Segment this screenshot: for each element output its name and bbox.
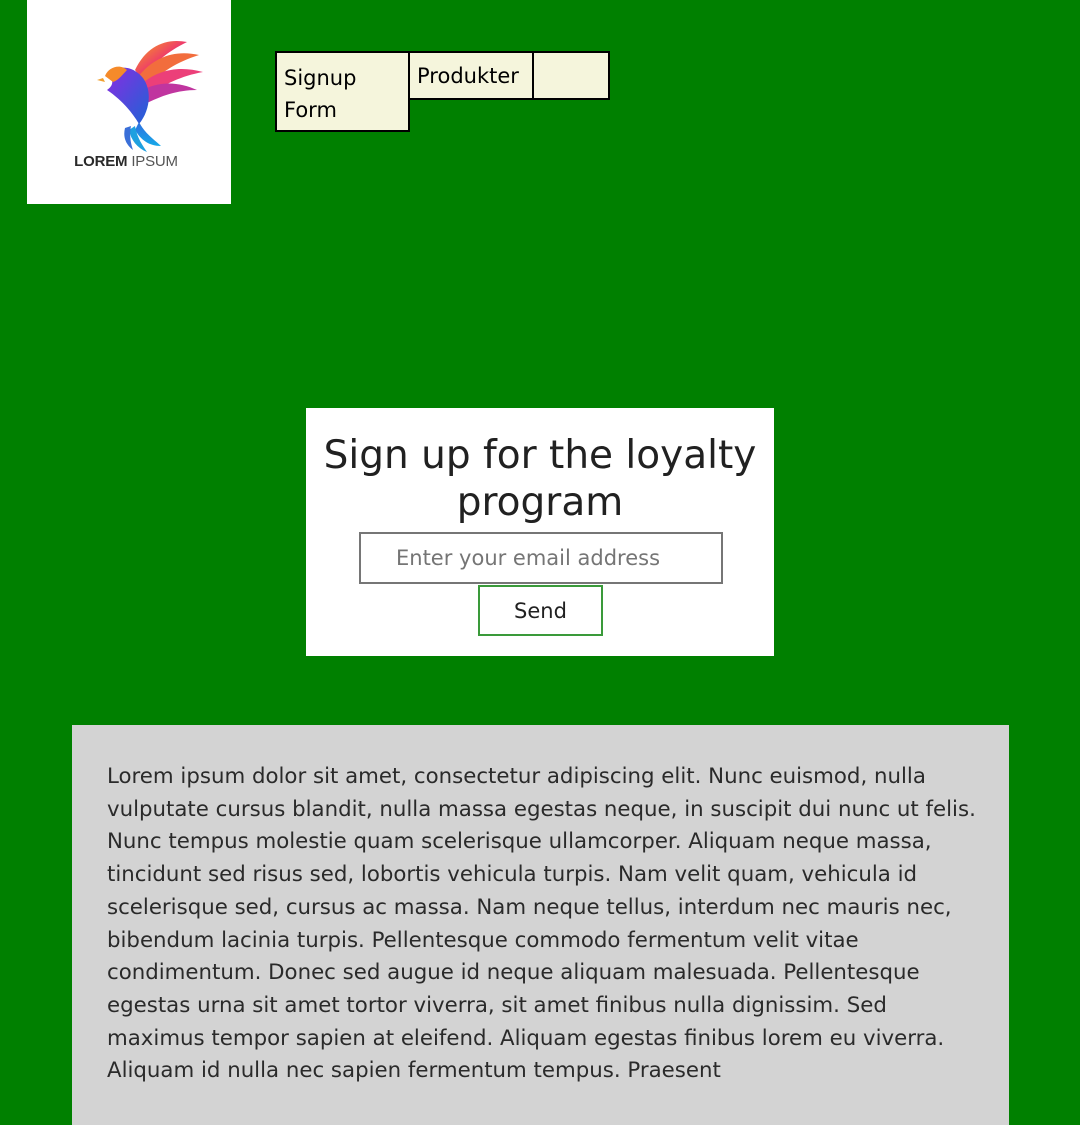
logo-word-bold: LOREM: [74, 153, 128, 170]
content-paragraph: Lorem ipsum dolor sit amet, consectetur …: [107, 764, 976, 1084]
signup-card: Sign up for the loyalty program Send: [306, 408, 774, 656]
logo[interactable]: LOREM IPSUM: [27, 0, 231, 204]
email-input[interactable]: [359, 532, 723, 584]
nav-item-produkter[interactable]: Produkter: [408, 51, 534, 100]
logo-wordmark: LOREM IPSUM: [27, 153, 225, 170]
content-section: Lorem ipsum dolor sit amet, consectetur …: [72, 725, 1009, 1125]
send-button[interactable]: Send: [478, 585, 603, 636]
nav-item-signup-form[interactable]: Signup Form: [275, 51, 410, 132]
bird-logo-icon: [97, 40, 203, 152]
logo-word-light: IPSUM: [131, 153, 178, 170]
nav-item-empty[interactable]: [532, 51, 610, 100]
signup-title: Sign up for the loyalty program: [323, 433, 757, 525]
